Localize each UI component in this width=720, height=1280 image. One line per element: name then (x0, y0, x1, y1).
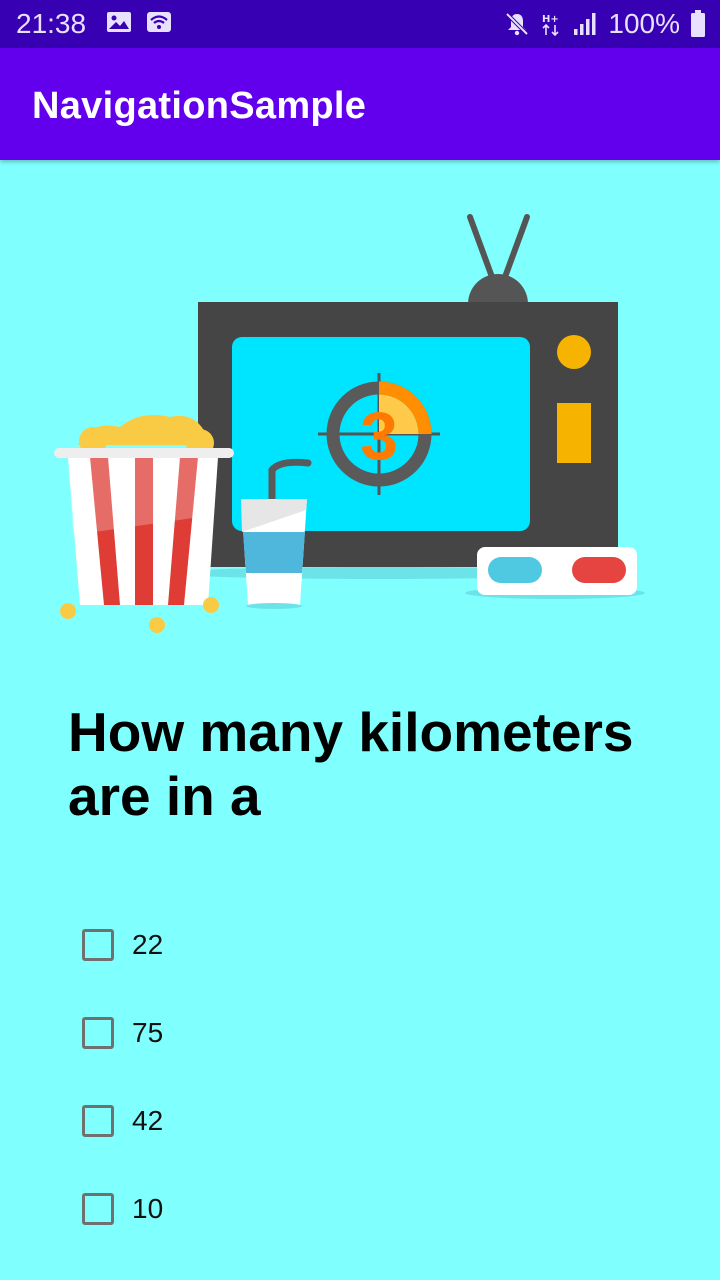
option-item[interactable]: 10 (82, 1181, 642, 1269)
3d-glasses-icon (477, 547, 637, 595)
status-left-icons (106, 10, 172, 34)
option-label: 42 (132, 1105, 164, 1136)
option-label: 75 (132, 1017, 164, 1048)
wifi-icon (147, 12, 171, 32)
app-bar: NavigationSample (0, 48, 720, 160)
checkbox[interactable] (82, 1105, 114, 1137)
checkbox[interactable] (82, 1193, 114, 1225)
movie-illustration: 3 (54, 214, 645, 633)
popcorn-icon (54, 414, 234, 633)
option-item[interactable]: 42 (82, 1093, 642, 1181)
answer-options: 22 75 42 10 (82, 917, 642, 1269)
svg-text:H+: H+ (542, 14, 559, 25)
checkbox[interactable] (82, 1017, 114, 1049)
battery-icon (691, 10, 705, 37)
status-bar: 21:38 H+ 100% (0, 0, 720, 48)
tv-knob (557, 335, 591, 369)
signal-icon (574, 13, 596, 35)
mute-icon (505, 12, 529, 36)
option-item[interactable]: 22 (82, 917, 642, 1005)
status-time: 21:38 (16, 8, 87, 39)
option-label: 22 (132, 929, 164, 960)
image-icon (107, 12, 131, 32)
tv-antenna (467, 214, 530, 304)
status-right: H+ 100% (504, 8, 706, 40)
tv-speaker (557, 403, 591, 463)
countdown-number: 3 (360, 398, 398, 474)
question-text: How many kilometers are in a (68, 701, 634, 827)
network-type-icon: H+ (542, 14, 559, 37)
option-label: 10 (132, 1193, 164, 1224)
battery-percent: 100% (608, 8, 680, 39)
checkbox[interactable] (82, 929, 114, 961)
option-item[interactable]: 75 (82, 1005, 642, 1093)
app-title: NavigationSample (32, 85, 367, 127)
